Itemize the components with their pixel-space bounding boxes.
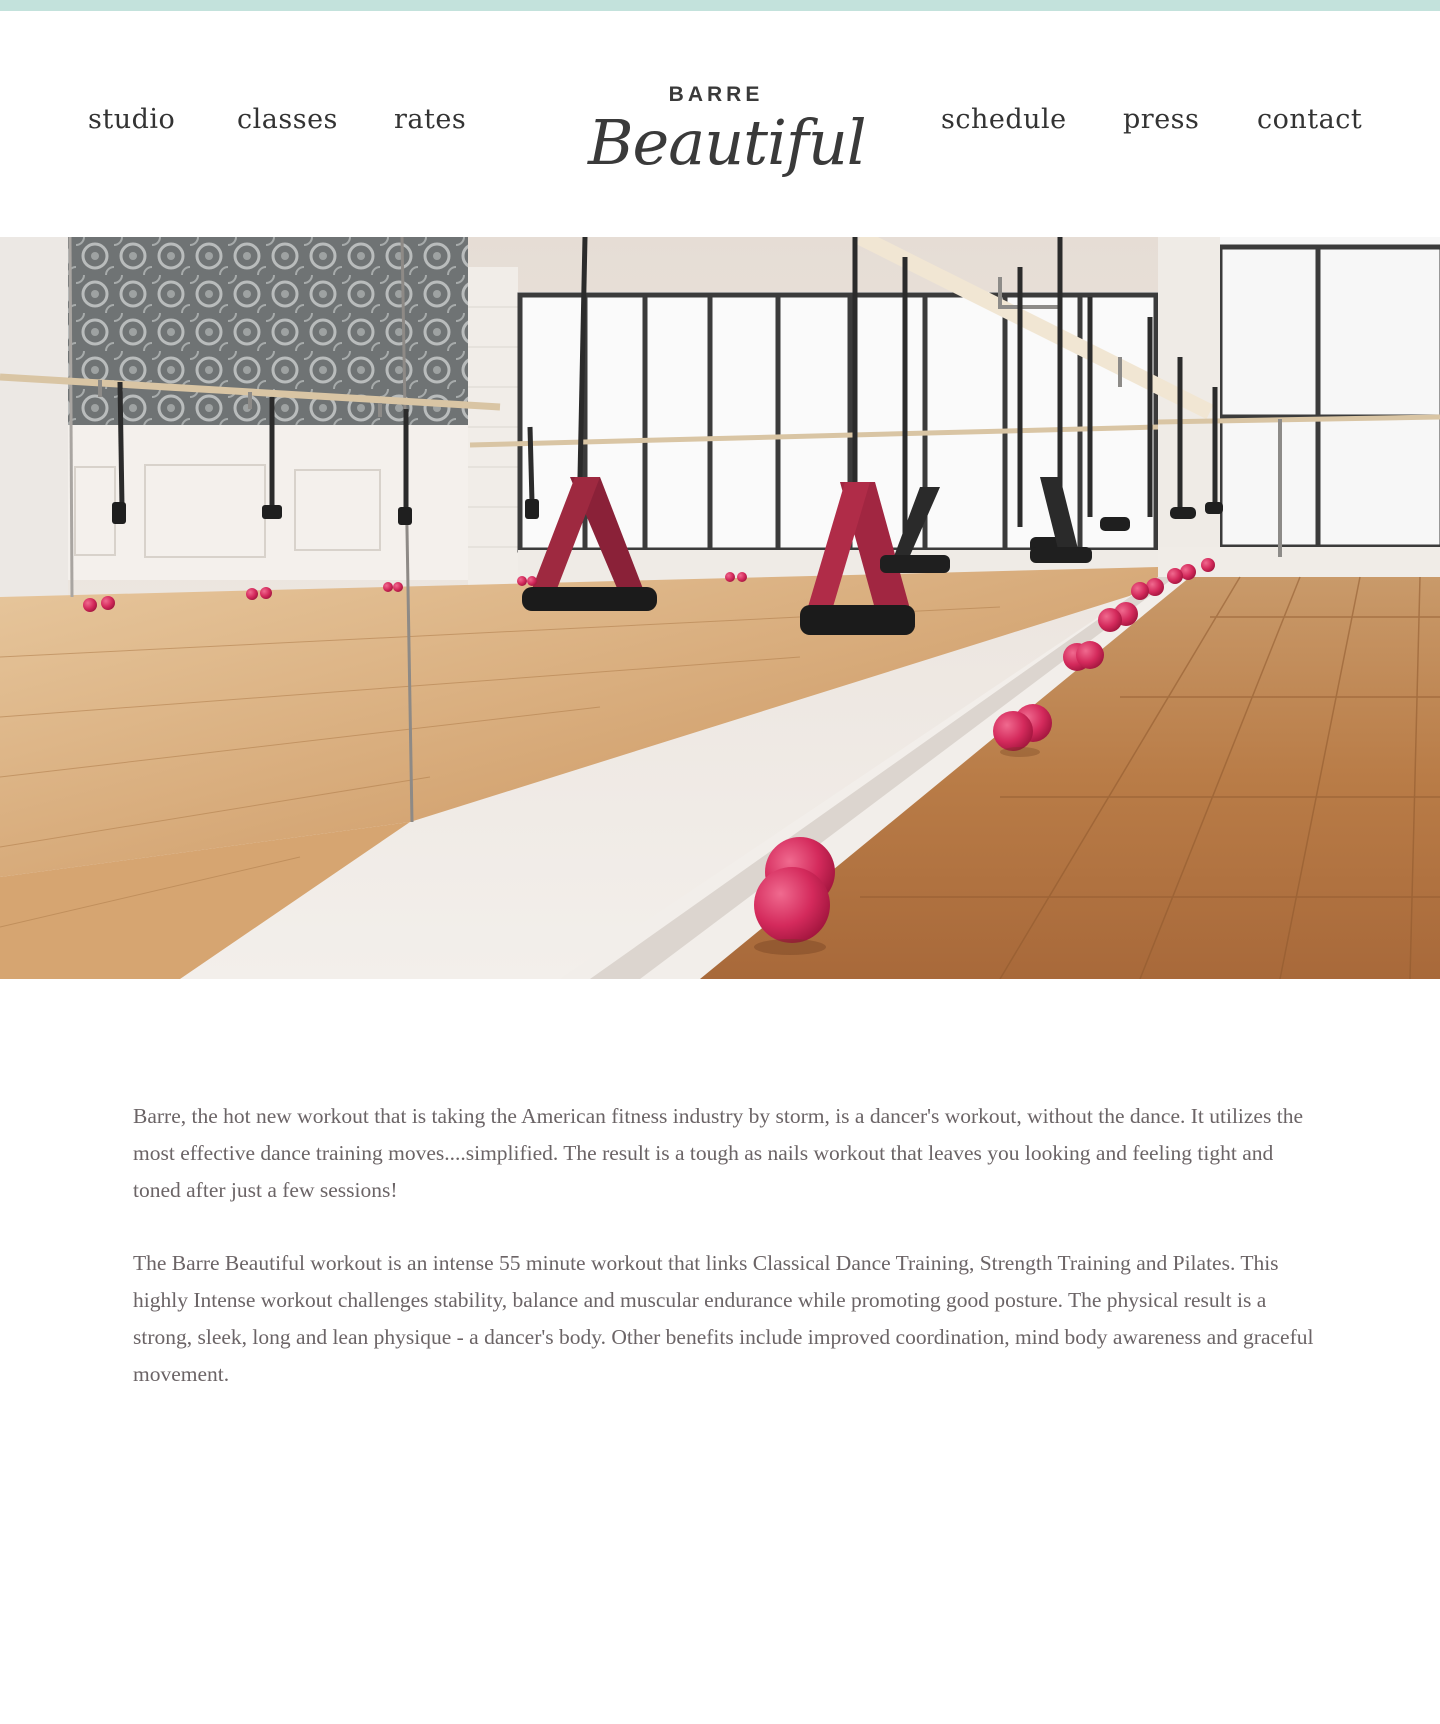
site-logo[interactable]: BARRE Beautiful <box>588 73 867 193</box>
intro-paragraph-1: Barre, the hot new workout that is takin… <box>133 1104 1303 1202</box>
intro-content: Barre, the hot new workout that is takin… <box>133 1098 1317 1429</box>
top-accent-bar <box>0 0 1440 11</box>
nav-schedule[interactable]: schedule <box>941 103 1067 137</box>
nav-studio[interactable]: studio <box>88 103 175 137</box>
intro-paragraph-2: The Barre Beautiful workout is an intens… <box>133 1251 1314 1386</box>
nav-contact[interactable]: contact <box>1257 103 1362 137</box>
nav-classes[interactable]: classes <box>237 103 338 137</box>
site-header: studio classes rates BARRE Beautiful sch… <box>0 11 1440 237</box>
hero-image <box>0 237 1440 979</box>
nav-rates[interactable]: rates <box>394 103 466 137</box>
nav-press[interactable]: press <box>1123 103 1199 137</box>
logo-script-text: Beautiful <box>588 106 867 179</box>
